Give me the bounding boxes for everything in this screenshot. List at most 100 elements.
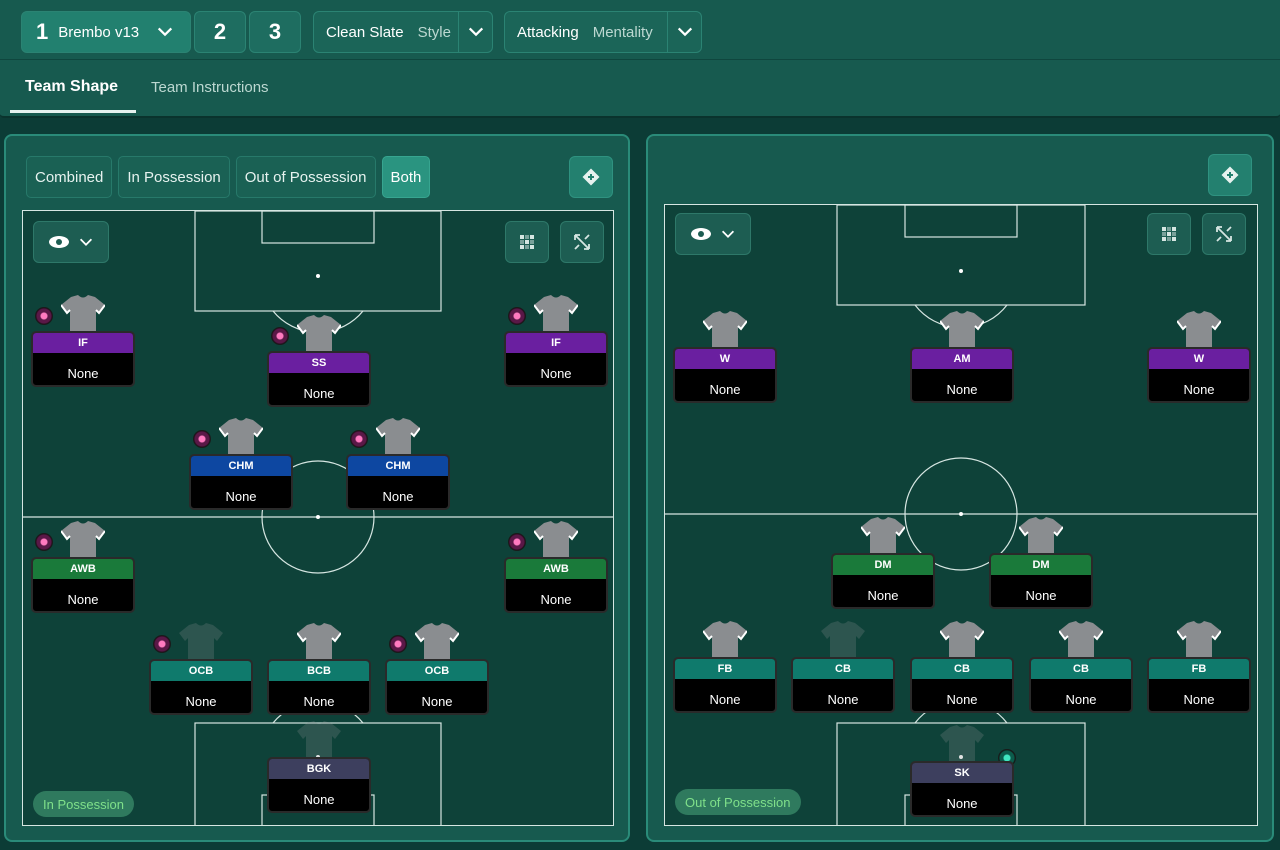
player-morale-icon — [35, 307, 53, 325]
role-label: DM — [991, 555, 1091, 575]
role-label: OCB — [387, 661, 487, 681]
player-slot-w-left[interactable]: W None — [673, 311, 777, 409]
player-slot-chm-right[interactable]: CHM None — [346, 418, 450, 516]
style-dropdown[interactable]: Clean Slate Style — [313, 11, 493, 53]
shirt-icon — [179, 623, 223, 661]
role-card: SS None — [267, 351, 371, 407]
filter-in-possession[interactable]: In Possession — [118, 156, 230, 198]
shirt-icon — [940, 621, 984, 659]
mentality-value: Attacking — [517, 23, 579, 41]
role-label: CB — [912, 659, 1012, 679]
role-label: CHM — [348, 456, 448, 476]
player-slot-fb-right[interactable]: FB None — [1147, 621, 1251, 719]
role-card: DM None — [831, 553, 935, 609]
player-name: None — [540, 591, 572, 607]
mentality-dropdown[interactable]: Attacking Mentality — [504, 11, 702, 53]
shirt-icon — [821, 621, 865, 659]
pitch-in-possession: IF None SS None IF None CHM None CHM Non… — [22, 210, 614, 826]
player-slot-bcb[interactable]: BCB None — [267, 623, 371, 721]
player-morale-icon — [389, 635, 407, 653]
shirt-icon — [297, 315, 341, 353]
role-label: IF — [506, 333, 606, 353]
shirt-icon — [376, 418, 420, 456]
role-card: OCB None — [385, 659, 489, 715]
player-slot-cb-left[interactable]: CB None — [791, 621, 895, 719]
swap-button[interactable] — [569, 156, 613, 198]
out-of-possession-panel: W None AM None W None DM None DM None FB… — [646, 134, 1274, 842]
shirt-icon — [703, 311, 747, 349]
role-card: CHM None — [189, 454, 293, 510]
player-name: None — [1065, 691, 1097, 707]
swap-button[interactable] — [1208, 154, 1252, 196]
active-tab-indicator — [10, 110, 136, 113]
player-slot-am[interactable]: AM None — [910, 311, 1014, 409]
player-slot-ss[interactable]: SS None — [267, 315, 371, 413]
tab-team-instructions[interactable]: Team Instructions — [151, 60, 269, 114]
player-slot-w-right[interactable]: W None — [1147, 311, 1251, 409]
player-name: None — [1183, 381, 1215, 397]
role-label: OCB — [151, 661, 251, 681]
player-name: None — [67, 591, 99, 607]
player-name: None — [382, 488, 414, 504]
player-slot-ocb-left[interactable]: OCB None — [149, 623, 253, 721]
style-dropdown-toggle[interactable] — [458, 12, 492, 52]
player-name: None — [946, 691, 978, 707]
player-slot-chm-left[interactable]: CHM None — [189, 418, 293, 516]
player-slot-if-right[interactable]: IF None — [504, 295, 608, 393]
player-name: None — [1183, 691, 1215, 707]
player-slot-cb-center[interactable]: CB None — [910, 621, 1014, 719]
grid-toggle-button[interactable] — [1147, 213, 1191, 255]
player-slot-if-left[interactable]: IF None — [31, 295, 135, 393]
role-card: CHM None — [346, 454, 450, 510]
player-name: None — [185, 693, 217, 709]
style-value: Clean Slate — [326, 23, 404, 41]
player-slot-dm-right[interactable]: DM None — [989, 517, 1093, 615]
tactic-slot-3[interactable]: 3 — [249, 11, 301, 53]
visibility-dropdown[interactable] — [33, 221, 109, 263]
expand-icon — [574, 234, 590, 250]
phase-badge: In Possession — [33, 791, 134, 817]
player-name: None — [867, 587, 899, 603]
shirt-icon — [1177, 621, 1221, 659]
player-slot-fb-left[interactable]: FB None — [673, 621, 777, 719]
player-slot-awb-right[interactable]: AWB None — [504, 521, 608, 619]
role-label: SK — [912, 763, 1012, 783]
player-slot-cb-right[interactable]: CB None — [1029, 621, 1133, 719]
visibility-dropdown[interactable] — [675, 213, 751, 255]
grid-toggle-button[interactable] — [505, 221, 549, 263]
shirt-icon — [1177, 311, 1221, 349]
player-morale-icon — [153, 635, 171, 653]
player-name: None — [67, 365, 99, 381]
role-label: BCB — [269, 661, 369, 681]
player-name: None — [303, 791, 335, 807]
tactic-number: 2 — [213, 19, 227, 44]
in-possession-panel: Combined In Possession Out of Possession… — [4, 134, 630, 842]
role-card: CB None — [1029, 657, 1133, 713]
tactic-slot-1[interactable]: 1 Brembo v13 — [21, 11, 191, 53]
eye-icon — [48, 236, 69, 248]
filter-out-of-possession[interactable]: Out of Possession — [235, 156, 376, 198]
filter-combined[interactable]: Combined — [26, 156, 113, 198]
expand-button[interactable] — [560, 221, 604, 263]
shirt-icon — [703, 621, 747, 659]
role-card: FB None — [1147, 657, 1251, 713]
tactic-slot-2[interactable]: 2 — [194, 11, 246, 53]
role-card: BGK None — [267, 757, 371, 813]
expand-button[interactable] — [1202, 213, 1246, 255]
player-slot-bgk[interactable]: BGK None — [267, 721, 371, 819]
role-card: AM None — [910, 347, 1014, 403]
shirt-icon — [1019, 517, 1063, 555]
filter-both[interactable]: Both — [381, 156, 431, 198]
shirt-icon — [297, 721, 341, 759]
player-name: None — [303, 693, 335, 709]
player-slot-ocb-right[interactable]: OCB None — [385, 623, 489, 721]
tab-team-shape[interactable]: Team Shape — [25, 60, 118, 114]
mentality-dropdown-toggle[interactable] — [667, 12, 701, 52]
player-slot-awb-left[interactable]: AWB None — [31, 521, 135, 619]
tactics-header: 1 Brembo v13 2 3 Clean Slate Style Attac… — [0, 0, 1280, 118]
role-label: AWB — [33, 559, 133, 579]
shirt-icon — [297, 623, 341, 661]
player-name: None — [709, 691, 741, 707]
player-slot-sk[interactable]: SK None — [910, 725, 1016, 823]
player-slot-dm-left[interactable]: DM None — [831, 517, 935, 615]
